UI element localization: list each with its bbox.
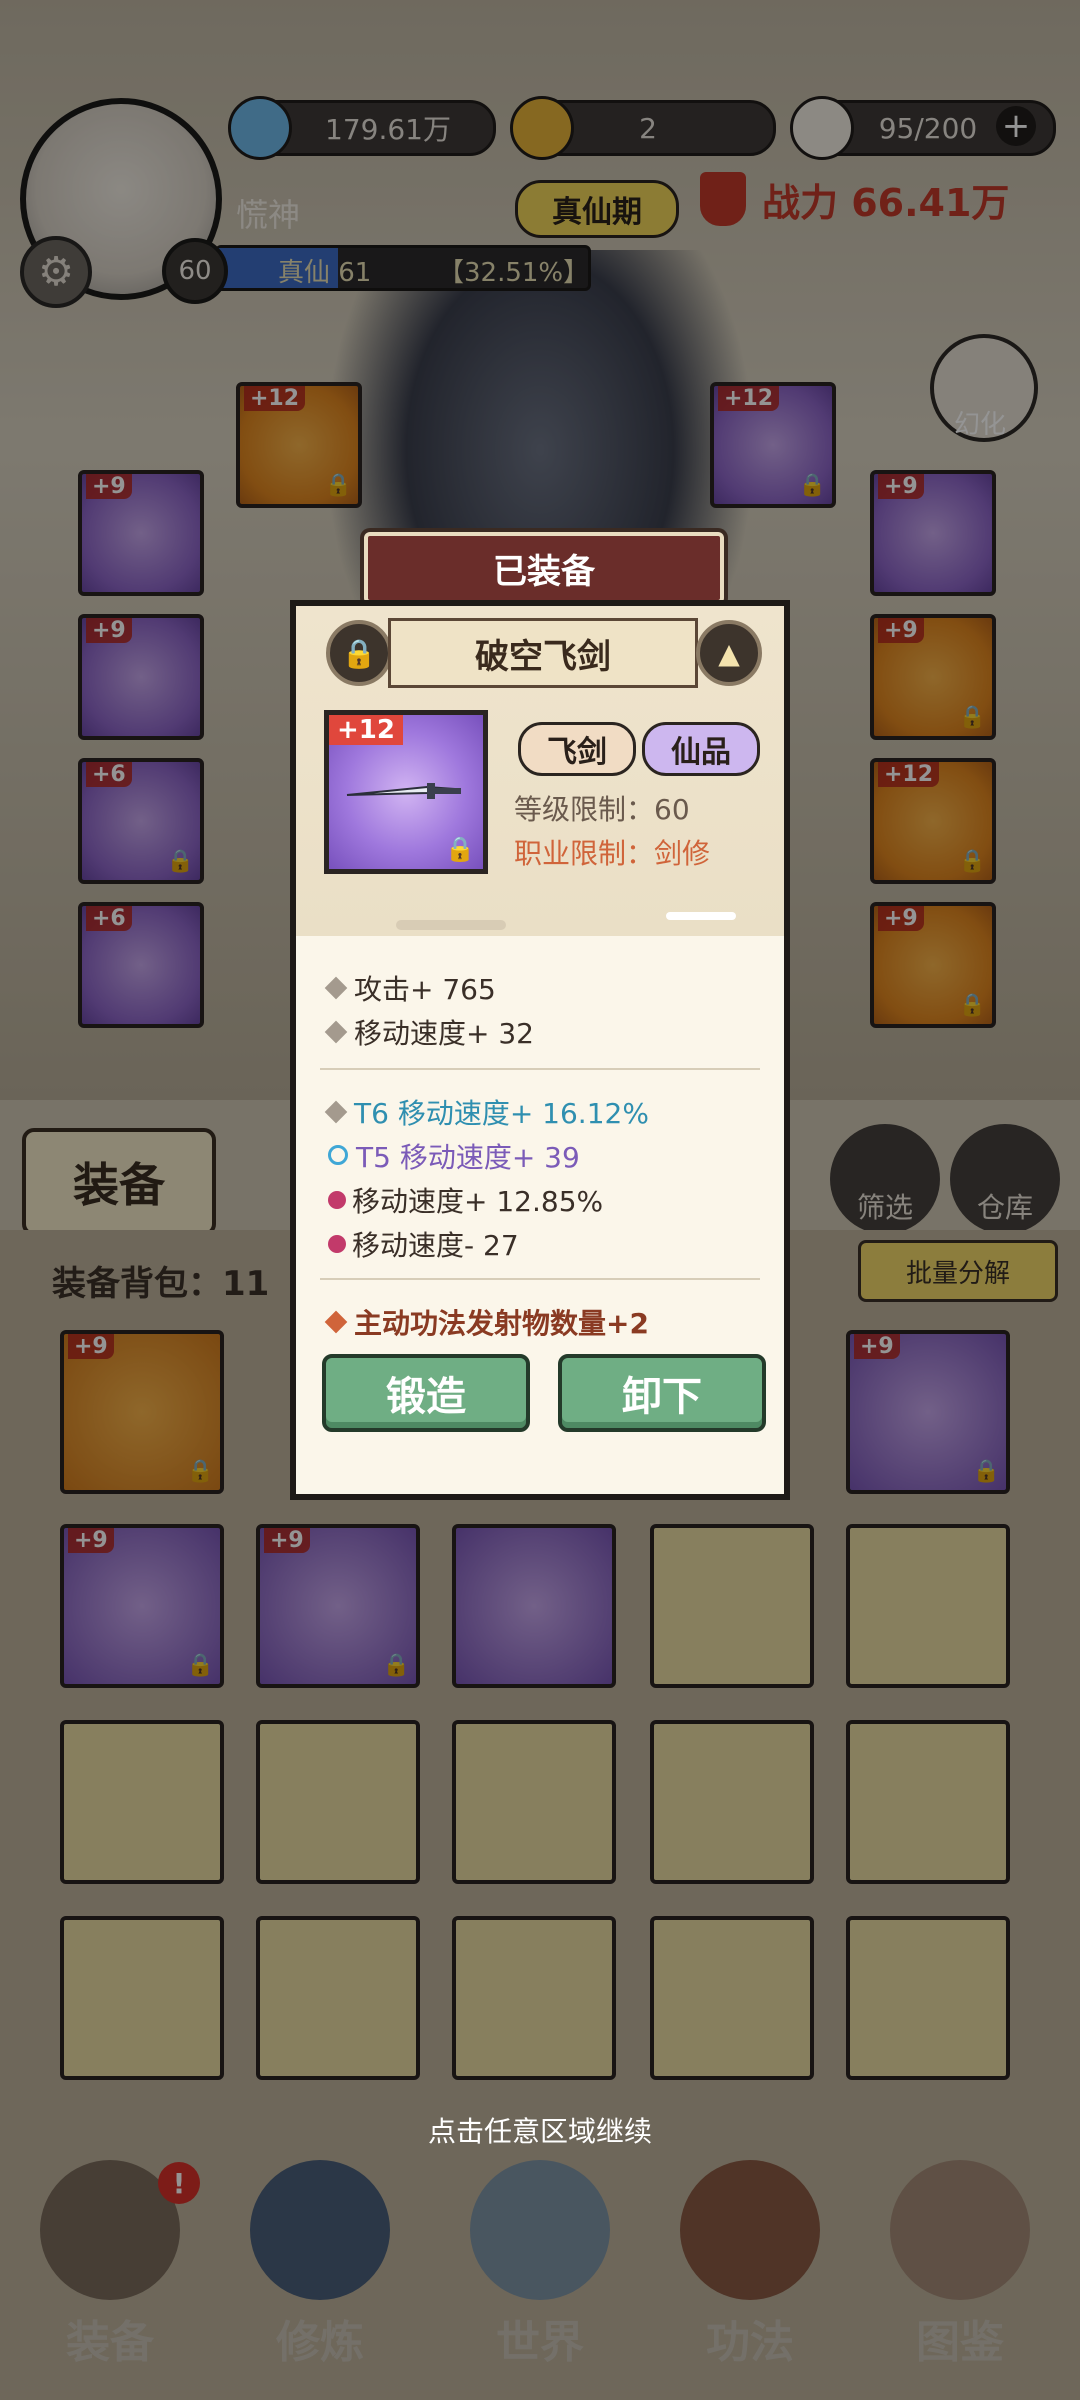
ring-icon [328,1145,348,1165]
divider [320,1278,760,1280]
special-stat-text: 主动功法发射物数量+2 [354,1307,649,1340]
item-name: 破空飞剑 [388,618,698,688]
unequip-button[interactable]: 卸下 [558,1354,766,1432]
extra-stat-text: T6 移动速度+ 16.12% [354,1097,649,1130]
diamond-icon [324,1100,348,1124]
triangle-up-icon: ▲ [718,636,740,670]
item-quality-tag: 仙品 [642,722,760,776]
diamond-icon [324,976,348,1000]
lotus-icon [328,1235,346,1253]
level-requirement: 等级限制：60 [514,793,690,826]
lotus-icon [328,1191,346,1209]
diamond-icon [324,1310,348,1334]
extra-stat-text: 移动速度- 27 [352,1229,519,1262]
lock-toggle-button[interactable]: 🔒 [326,620,392,686]
stat-move-speed: 移动速度+ 32 [320,1012,534,1052]
stat-attack-text: 攻击+ 765 [354,973,496,1006]
item-type-tag: 飞剑 [518,722,636,776]
extra-stat-3: 移动速度+ 12.85% [320,1180,603,1220]
forge-button[interactable]: 锻造 [322,1354,530,1432]
item-detail-popup: 🔒 破空飞剑 ▲ +12 🔒 飞剑 仙品 等级限制：60 职业限制：剑修 攻击+… [290,600,790,1500]
extra-stat-text: T5 移动速度+ 39 [356,1141,580,1174]
scroll-indicator [666,912,736,920]
extra-stat-text: 移动速度+ 12.85% [352,1185,604,1218]
flying-sword-icon [346,783,461,799]
divider [320,1068,760,1070]
lock-icon: 🔒 [445,835,475,863]
popup-title: 已装备 [364,532,724,604]
extra-stat-2: T5 移动速度+ 39 [320,1136,580,1176]
lock-icon: 🔒 [341,636,377,670]
class-requirement: 职业限制：剑修 [514,837,711,870]
diamond-icon [324,1020,348,1044]
extra-stat-1: T6 移动速度+ 16.12% [320,1092,649,1132]
continue-hint: 点击任意区域继续 [427,2115,652,2148]
stat-attack: 攻击+ 765 [320,968,496,1008]
scroll-indicator [396,920,506,930]
enhance-level: +12 [329,715,403,745]
extra-stat-4: 移动速度- 27 [320,1224,519,1264]
stat-move-speed-text: 移动速度+ 32 [354,1017,534,1050]
special-stat: 主动功法发射物数量+2 [320,1302,649,1342]
collapse-button[interactable]: ▲ [696,620,762,686]
item-icon: +12 🔒 [324,710,488,874]
